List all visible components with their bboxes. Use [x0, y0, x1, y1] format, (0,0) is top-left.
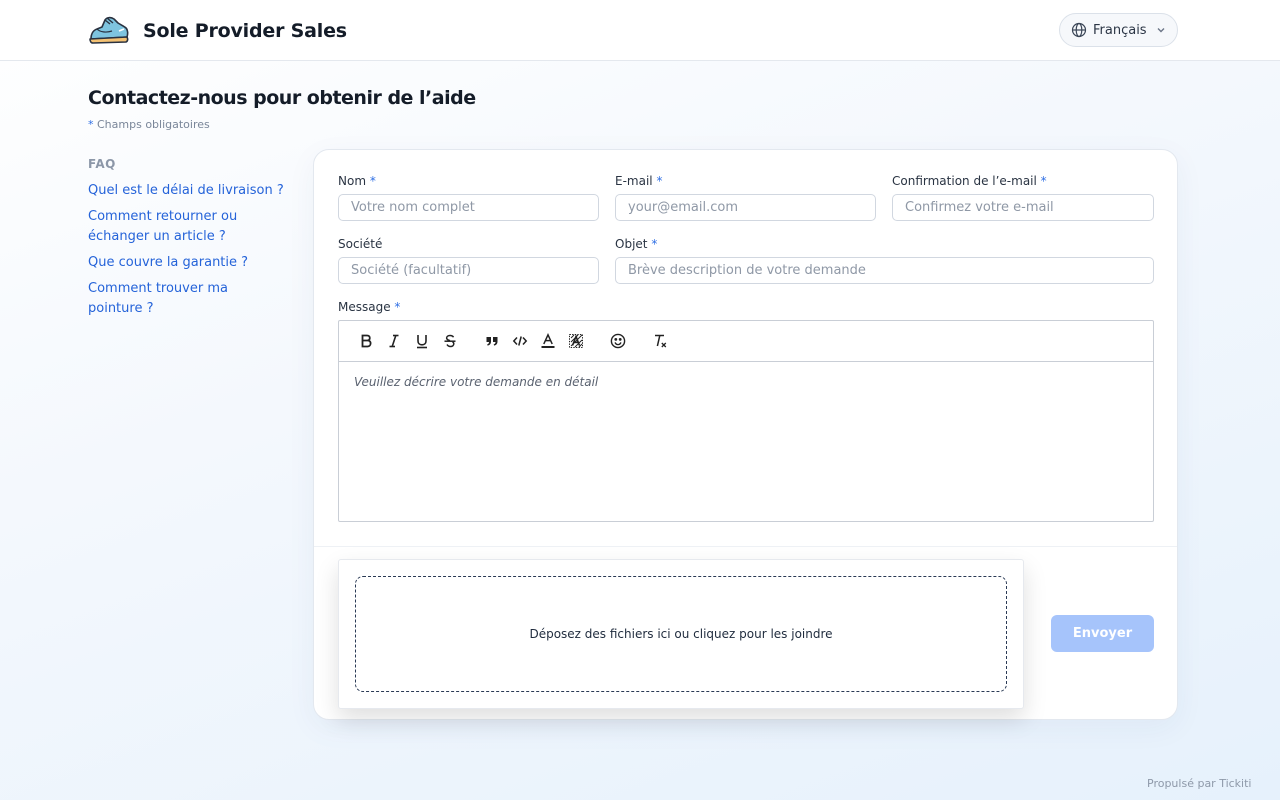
highlight-button[interactable] [562, 327, 590, 355]
underline-button[interactable] [408, 327, 436, 355]
language-selector[interactable]: Français [1059, 13, 1178, 47]
required-note-text: Champs obligatoires [97, 118, 210, 131]
brand[interactable]: Sole Provider Sales [88, 14, 347, 48]
code-icon [512, 336, 528, 346]
message-textarea[interactable]: Veuillez décrire votre demande en détail [339, 362, 1153, 521]
strikethrough-button[interactable] [436, 327, 464, 355]
clear-format-icon [655, 334, 667, 348]
faq-link-sizing[interactable]: Comment trouver ma pointure ? [88, 279, 248, 319]
email-confirm-label-text: Confirmation de l’e-mail [892, 174, 1037, 188]
subject-input[interactable] [615, 257, 1154, 284]
page-title: Contactez-nous pour obtenir de l’aide [88, 87, 476, 109]
required-star: * [88, 118, 94, 131]
italic-icon [389, 334, 399, 348]
contact-form-card: Nom * E-mail * Confirmation de l’e-mail … [313, 149, 1178, 720]
top-bar: Sole Provider Sales Français [0, 0, 1280, 61]
faq-item: Quel est le délai de livraison ? [88, 181, 288, 201]
sneaker-logo-icon [89, 16, 129, 44]
required-mark: * [651, 237, 658, 251]
subject-label: Objet * [615, 237, 657, 251]
chevron-down-icon [1157, 28, 1165, 33]
emoji-button[interactable] [604, 327, 632, 355]
emoji-icon [610, 333, 626, 349]
quote-button[interactable] [478, 327, 506, 355]
company-input[interactable] [338, 257, 599, 284]
italic-button[interactable] [380, 327, 408, 355]
editor-toolbar [339, 321, 1153, 362]
faq-item: Que couvre la garantie ? [88, 253, 288, 273]
submit-button[interactable]: Envoyer [1051, 615, 1154, 652]
email-label: E-mail * [615, 174, 662, 188]
dropzone-text: Déposez des fichiers ici ou cliquez pour… [529, 627, 833, 641]
company-label-text: Société [338, 237, 383, 251]
clear-format-button[interactable] [646, 327, 674, 355]
highlight-icon [569, 334, 583, 348]
attachment-panel: Déposez des fichiers ici ou cliquez pour… [338, 559, 1024, 709]
message-placeholder: Veuillez décrire votre demande en détail [354, 375, 599, 389]
required-mark: * [656, 174, 663, 188]
quote-icon [486, 337, 498, 346]
faq-list: Quel est le délai de livraison ? Comment… [88, 181, 288, 319]
subject-label-text: Objet [615, 237, 648, 251]
faq-heading: FAQ [88, 157, 116, 171]
text-color-button[interactable] [534, 327, 562, 355]
faq-sidebar: FAQ Quel est le délai de livraison ? Com… [88, 157, 288, 325]
email-confirm-label: Confirmation de l’e-mail * [892, 174, 1047, 188]
bold-button[interactable] [352, 327, 380, 355]
faq-item: Comment trouver ma pointure ? [88, 279, 288, 319]
faq-link-delivery[interactable]: Quel est le délai de livraison ? [88, 181, 288, 201]
name-input[interactable] [338, 194, 599, 221]
language-label: Français [1093, 22, 1147, 38]
faq-link-warranty[interactable]: Que couvre la garantie ? [88, 253, 288, 273]
email-input[interactable] [615, 194, 876, 221]
bold-icon [361, 334, 372, 348]
message-label-text: Message [338, 300, 391, 314]
underline-icon [417, 335, 427, 349]
faq-item: Comment retourner ou échanger un article… [88, 207, 288, 247]
message-label: Message * [338, 300, 400, 314]
required-mark: * [1040, 174, 1047, 188]
name-label-text: Nom [338, 174, 367, 188]
globe-icon [1071, 22, 1087, 38]
strikethrough-icon [444, 334, 456, 348]
company-label: Société [338, 237, 382, 251]
required-mark: * [394, 300, 401, 314]
file-dropzone[interactable]: Déposez des fichiers ici ou cliquez pour… [355, 576, 1007, 692]
powered-by[interactable]: Propulsé par Tickiti [1147, 777, 1251, 790]
required-mark: * [369, 174, 376, 188]
text-color-icon [541, 333, 555, 348]
required-fields-note: * Champs obligatoires [88, 118, 210, 131]
code-button[interactable] [506, 327, 534, 355]
section-divider [314, 546, 1177, 547]
brand-name: Sole Provider Sales [143, 20, 347, 42]
email-confirm-input[interactable] [892, 194, 1154, 221]
name-label: Nom * [338, 174, 376, 188]
email-label-text: E-mail [615, 174, 653, 188]
message-editor: Veuillez décrire votre demande en détail [338, 320, 1154, 522]
faq-link-returns[interactable]: Comment retourner ou échanger un article… [88, 207, 248, 247]
